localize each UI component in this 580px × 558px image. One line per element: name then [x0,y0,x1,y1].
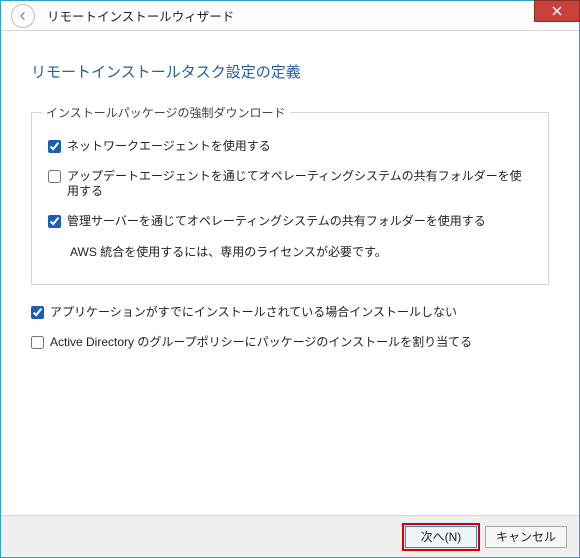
aws-note: AWS 統合を使用するには、専用のライセンスが必要です。 [70,243,532,260]
checkbox-row-network-agent: ネットワークエージェントを使用する [48,139,532,155]
additional-options: アプリケーションがすでにインストールされている場合インストールしない Activ… [31,305,549,350]
checkbox-row-skip-installed: アプリケーションがすでにインストールされている場合インストールしない [31,305,549,321]
group-title: インストールパッケージの強制ダウンロード [42,104,290,121]
checkbox-row-ad-gpo: Active Directory のグループポリシーにパッケージのインストールを… [31,335,549,351]
titlebar: リモートインストールウィザード [1,1,579,31]
page-heading: リモートインストールタスク設定の定義 [31,61,549,82]
checkbox-ad-gpo[interactable] [31,336,44,349]
checkbox-label[interactable]: Active Directory のグループポリシーにパッケージのインストールを… [50,335,472,351]
cancel-button[interactable]: キャンセル [485,526,567,548]
checkbox-label[interactable]: アプリケーションがすでにインストールされている場合インストールしない [50,305,457,321]
checkbox-label[interactable]: アップデートエージェントを通じてオペレーティングシステムの共有フォルダーを使用す… [67,169,532,200]
close-button[interactable] [534,0,580,22]
checkbox-label[interactable]: 管理サーバーを通じてオペレーティングシステムの共有フォルダーを使用する [67,214,486,230]
content-area: リモートインストールタスク設定の定義 インストールパッケージの強制ダウンロード … [1,31,579,351]
checkbox-row-update-agent: アップデートエージェントを通じてオペレーティングシステムの共有フォルダーを使用す… [48,169,532,200]
checkbox-row-admin-server: 管理サーバーを通じてオペレーティングシステムの共有フォルダーを使用する [48,214,532,230]
checkbox-skip-installed[interactable] [31,306,44,319]
checkbox-admin-server[interactable] [48,215,61,228]
back-button[interactable] [11,4,35,28]
checkbox-update-agent[interactable] [48,170,61,183]
checkbox-network-agent[interactable] [48,140,61,153]
download-group: インストールパッケージの強制ダウンロード ネットワークエージェントを使用する ア… [31,112,549,285]
close-icon [552,6,562,16]
footer: 次へ(N) キャンセル [1,515,579,557]
next-button[interactable]: 次へ(N) [405,526,477,548]
arrow-left-icon [17,10,29,22]
window-title: リモートインストールウィザード [47,6,234,25]
checkbox-label[interactable]: ネットワークエージェントを使用する [67,139,271,155]
